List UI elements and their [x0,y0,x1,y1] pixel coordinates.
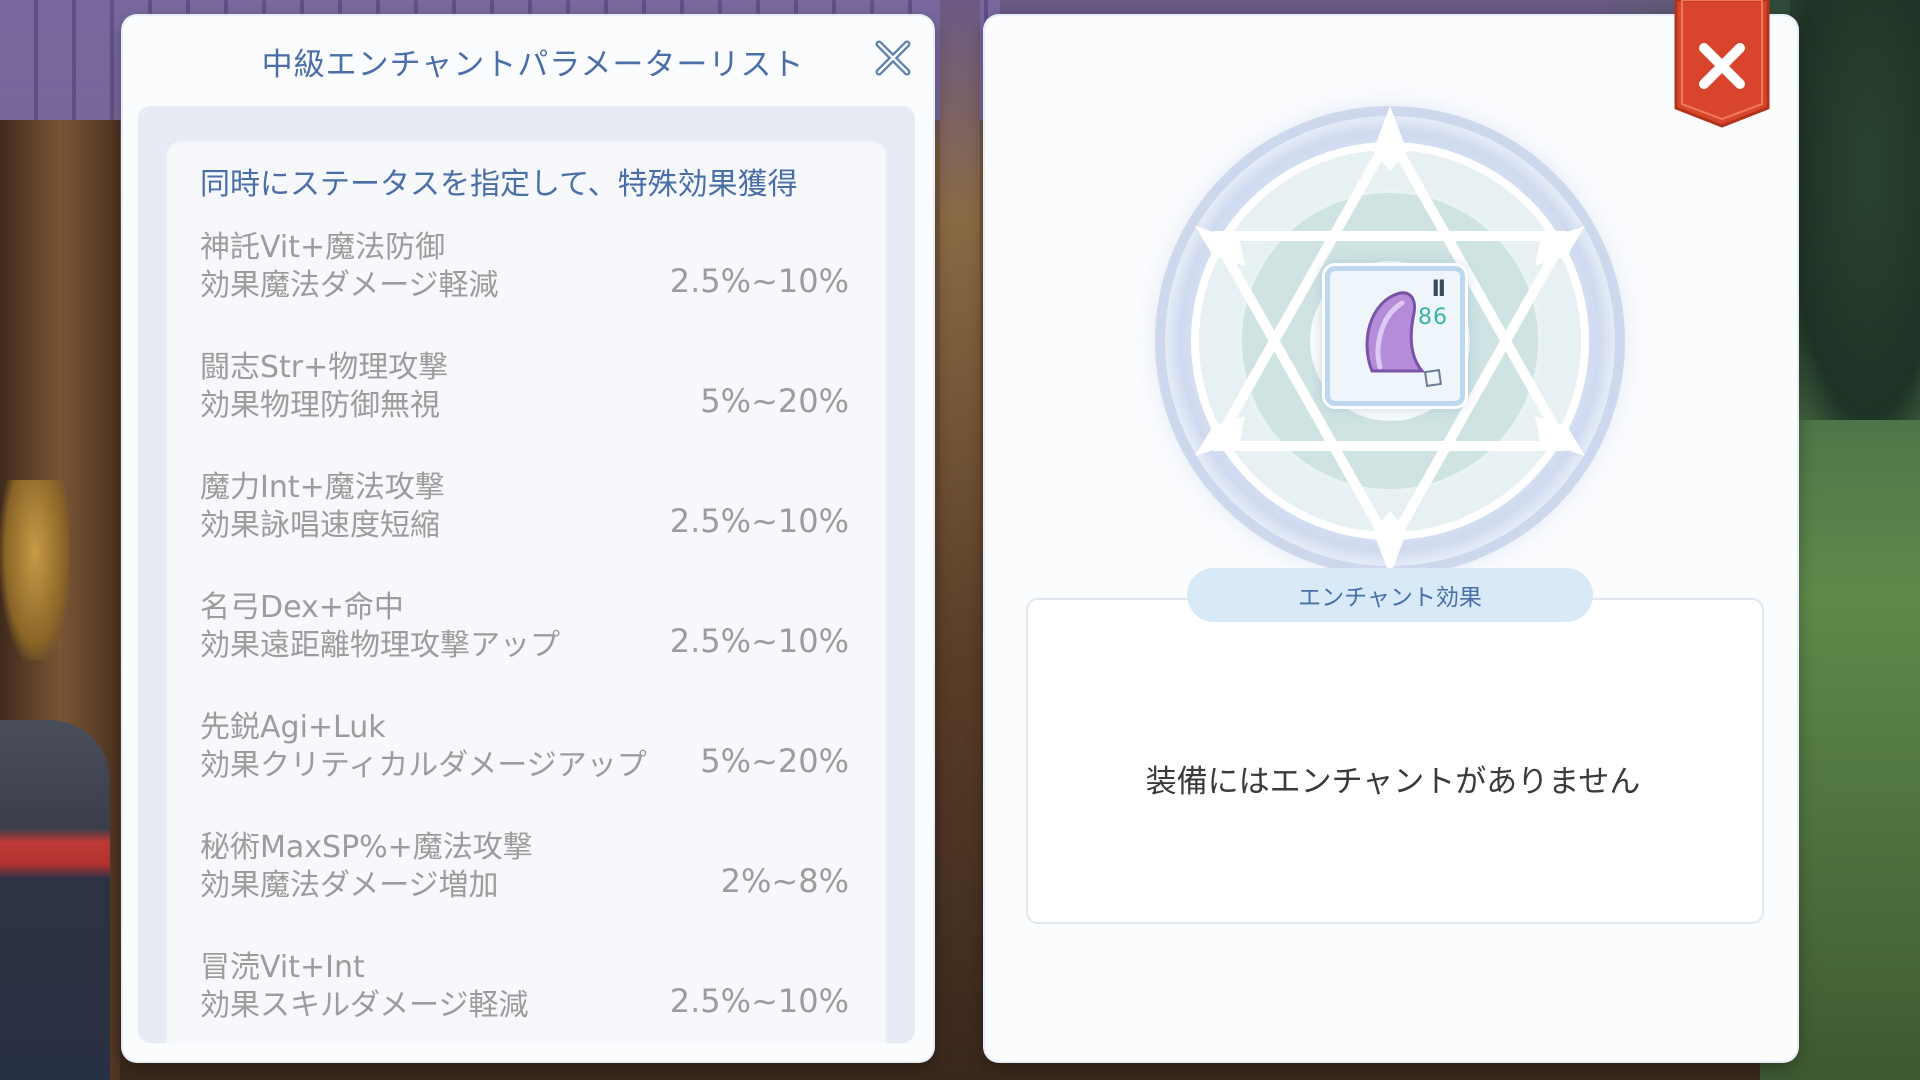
list-item: 冒涜Vit+Int 効果スキルダメージ軽減 2.5%~10% [200,942,849,1043]
entry-range: 2%~8% [720,862,849,900]
enchant-parameter-list-panel: 中級エンチャントパラメーターリスト 同時にステータスを指定して、特殊効果獲得 神… [123,16,933,1061]
entry-effect: 効果物理防御無視 [200,388,440,423]
list-item: 闘志Str+物理攻撃 効果物理防御無視 5%~20% [200,342,849,462]
item-tier: II [1431,277,1446,302]
entry-effect: 効果遠距離物理攻撃アップ [200,628,560,663]
list-heading: 同時にステータスを指定して、特殊効果獲得 [200,167,798,202]
close-x-icon[interactable] [873,38,913,78]
entry-effect: 効果クリティカルダメージアップ [200,748,647,783]
panel-header: 中級エンチャントパラメーターリスト [123,16,933,106]
list-item: 先鋭Agi+Luk 効果クリティカルダメージアップ 5%~20% [200,702,849,822]
red-ribbon-close-icon[interactable] [1672,0,1772,128]
panel-title: 中級エンチャントパラメーターリスト [261,46,805,83]
enchant-effect-tab: エンチャント効果 [1187,568,1593,622]
equipment-item-slot[interactable]: II 86 [1325,266,1465,406]
no-enchant-message: 装備にはエンチャントがありません [1145,764,1641,800]
list-item: 名弓Dex+命中 効果遠距離物理攻撃アップ 2.5%~10% [200,582,849,702]
entry-range: 2.5%~10% [669,502,849,540]
parameter-list[interactable]: 同時にステータスを指定して、特殊効果獲得 神託Vit+魔法防御 効果魔法ダメージ… [166,139,887,1043]
entry-range: 5%~20% [700,742,849,780]
background-character [0,720,110,1080]
background-tree [1790,0,1920,420]
background-owl-statue [0,480,70,660]
list-container: 同時にステータスを指定して、特殊効果獲得 神託Vit+魔法防御 効果魔法ダメージ… [138,106,915,1043]
entry-effect: 効果スキルダメージ軽減 [200,988,529,1023]
entry-effect: 効果魔法ダメージ軽減 [200,268,499,303]
entry-effect: 効果魔法ダメージ増加 [200,868,499,903]
entry-range: 5%~20% [700,382,849,420]
entry-range: 2.5%~10% [669,622,849,660]
background-building [940,0,980,1080]
enchant-effect-panel: II 86 エンチャント効果 装備にはエンチャントがありません [985,16,1797,1061]
list-item: 秘術MaxSP%+魔法攻撃 効果魔法ダメージ増加 2%~8% [200,822,849,942]
item-level: 86 [1418,305,1448,330]
list-item: 魔力Int+魔法攻撃 効果詠唱速度短縮 2.5%~10% [200,462,849,582]
entry-range: 2.5%~10% [669,262,849,300]
list-item: 神託Vit+魔法防御 効果魔法ダメージ軽減 2.5%~10% [200,222,849,342]
entry-effect: 効果詠唱速度短縮 [200,508,440,543]
entry-range: 2.5%~10% [669,982,849,1020]
